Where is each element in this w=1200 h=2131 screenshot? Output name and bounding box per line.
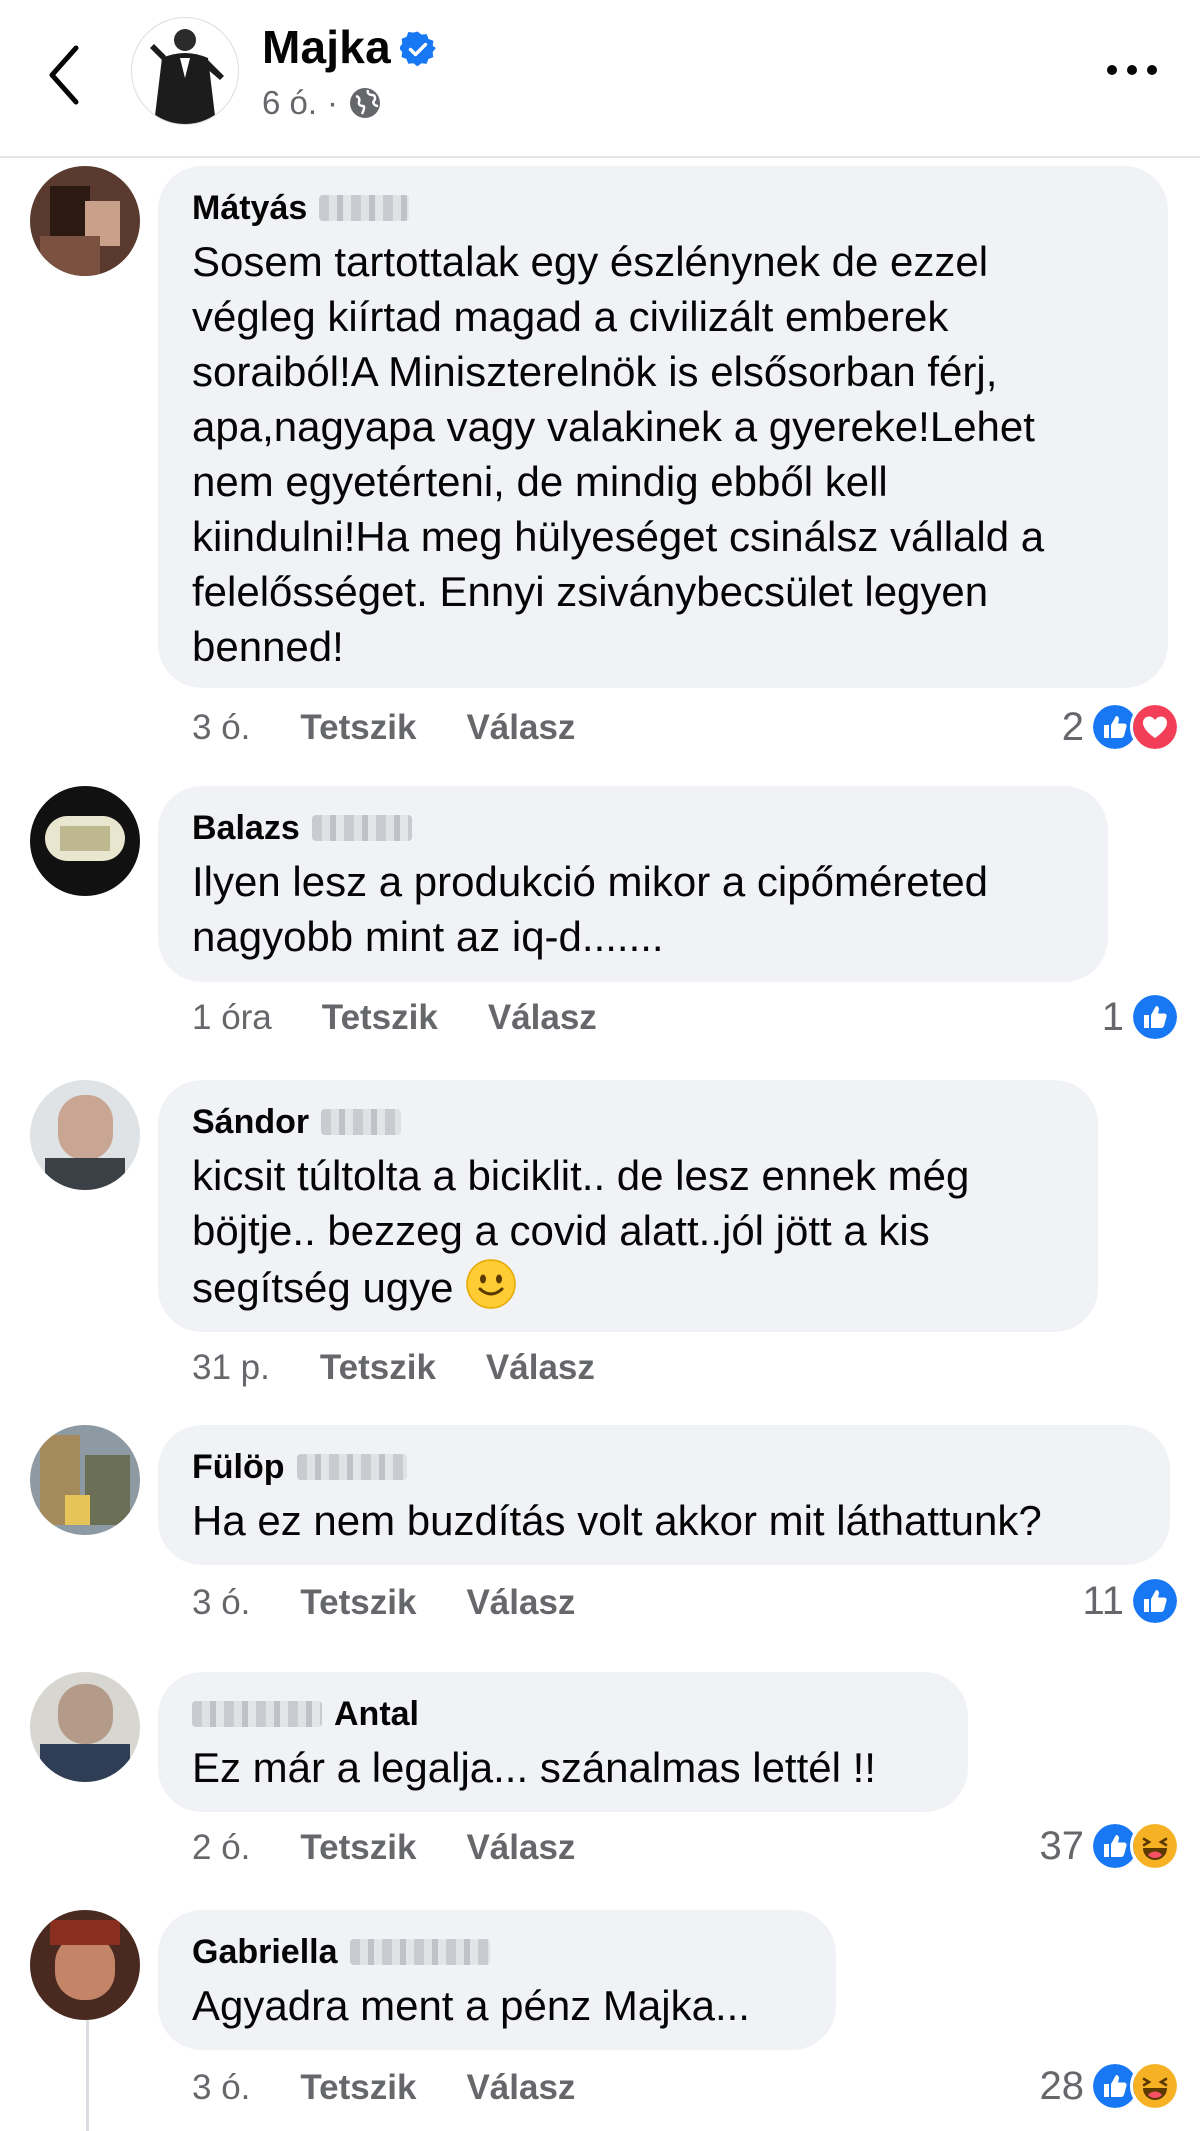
comment-author[interactable]: Mátyás	[192, 188, 1134, 228]
reaction-summary[interactable]: 1	[1102, 992, 1180, 1042]
comment-text: Sosem tartottalak egy észlénynek de ezze…	[192, 238, 1045, 670]
like-button[interactable]: Tetszik	[320, 1348, 436, 1388]
comment-bubble: Mátyás Sosem tartottalak egy észlénynek …	[158, 166, 1168, 688]
comment-actions: 3 ó. Tetszik Válasz	[192, 1583, 625, 1623]
comment-time[interactable]: 3 ó.	[192, 2068, 250, 2108]
author-name[interactable]: Mátyás	[192, 188, 307, 228]
author-name[interactable]: Balazs	[192, 808, 300, 848]
reply-button[interactable]: Válasz	[466, 2068, 575, 2108]
post-meta: 6 ó. ·	[262, 84, 382, 122]
like-button[interactable]: Tetszik	[300, 708, 416, 748]
comment-bubble: Balazs Ilyen lesz a produkció mikor a ci…	[158, 786, 1108, 982]
comment-actions: 1 óra Tetszik Válasz	[192, 998, 647, 1038]
comment-author[interactable]: Balazs	[192, 808, 1074, 848]
reaction-count: 1	[1101, 994, 1124, 1039]
more-options-icon[interactable]	[1102, 50, 1162, 90]
reaction-count: 2	[1061, 704, 1084, 749]
comment-bubble: Sándor kicsit túltolta a biciklit.. de l…	[158, 1080, 1098, 1332]
haha-icon	[1130, 1821, 1180, 1871]
comment-actions: 31 p. Tetszik Válasz	[192, 1348, 645, 1388]
reaction-summary[interactable]: 2	[1062, 702, 1180, 752]
page-avatar[interactable]	[131, 17, 239, 125]
reaction-summary[interactable]: 37	[1039, 1821, 1180, 1871]
blurred-first-name	[192, 1701, 322, 1727]
blurred-surname	[319, 195, 410, 221]
reaction-count: 28	[1039, 2063, 1085, 2108]
commenter-avatar[interactable]	[30, 1425, 140, 1535]
thread-line	[86, 2020, 89, 2131]
comment-author[interactable]: Sándor	[192, 1102, 1064, 1142]
back-arrow-icon[interactable]	[40, 40, 90, 110]
commenter-avatar[interactable]	[30, 1080, 140, 1190]
comment-text: Ilyen lesz a produkció mikor a cipőméret…	[192, 858, 989, 960]
reply-button[interactable]: Válasz	[466, 1583, 575, 1623]
reaction-summary[interactable]: 28	[1039, 2061, 1180, 2111]
comment-bubble: Antal Ez már a legalja... szánalmas lett…	[158, 1672, 968, 1812]
blurred-surname	[349, 1939, 490, 1965]
author-name[interactable]: Gabriella	[192, 1932, 338, 1972]
reply-button[interactable]: Válasz	[466, 708, 575, 748]
meta-separator: ·	[327, 84, 339, 121]
haha-icon	[1130, 2061, 1180, 2111]
comment-time[interactable]: 2 ó.	[192, 1828, 250, 1868]
reply-button[interactable]: Válasz	[486, 1348, 595, 1388]
blurred-surname	[321, 1109, 402, 1135]
reply-button[interactable]: Válasz	[488, 998, 597, 1038]
comment-bubble: Fülöp Ha ez nem buzdítás volt akkor mit …	[158, 1425, 1170, 1565]
commenter-avatar[interactable]	[30, 1672, 140, 1782]
author-name[interactable]: Fülöp	[192, 1447, 285, 1487]
comment-time[interactable]: 1 óra	[192, 998, 272, 1038]
like-icon	[1130, 992, 1180, 1042]
reaction-count: 37	[1039, 1823, 1085, 1868]
comment-text: Agyadra ment a pénz Majka...	[192, 1982, 750, 2029]
comment-time[interactable]: 31 p.	[192, 1348, 270, 1388]
commenter-avatar[interactable]	[30, 1910, 140, 2020]
comment-actions: 3 ó. Tetszik Válasz	[192, 2068, 625, 2108]
person-in-suit-icon	[150, 29, 224, 124]
author-name[interactable]: Antal	[334, 1694, 419, 1734]
like-icon	[1130, 1576, 1180, 1626]
comment-bubble: Gabriella Agyadra ment a pénz Majka...	[158, 1910, 836, 2050]
globe-icon	[350, 88, 381, 118]
page-name[interactable]: Majka	[262, 20, 391, 74]
comment-time[interactable]: 3 ó.	[192, 708, 250, 748]
post-header: Majka 6 ó. ·	[0, 0, 1200, 158]
comment-actions: 3 ó. Tetszik Válasz	[192, 708, 625, 748]
comment-time[interactable]: 3 ó.	[192, 1583, 250, 1623]
like-button[interactable]: Tetszik	[300, 1583, 416, 1623]
slightly-smiling-face-icon	[466, 1259, 516, 1309]
reaction-summary[interactable]: 11	[1082, 1576, 1180, 1626]
like-button[interactable]: Tetszik	[300, 1828, 416, 1868]
comment-text: Ha ez nem buzdítás volt akkor mit láthat…	[192, 1497, 1042, 1544]
comment-text: kicsit túltolta a biciklit.. de lesz enn…	[192, 1152, 970, 1311]
reaction-count: 11	[1082, 1578, 1124, 1623]
comment-text: Ez már a legalja... szánalmas lettél !!	[192, 1744, 876, 1791]
reply-button[interactable]: Válasz	[466, 1828, 575, 1868]
comment-author[interactable]: Antal	[192, 1694, 934, 1734]
blurred-surname	[296, 1454, 407, 1480]
like-button[interactable]: Tetszik	[300, 2068, 416, 2108]
like-button[interactable]: Tetszik	[322, 998, 438, 1038]
blurred-surname	[311, 815, 412, 841]
comment-actions: 2 ó. Tetszik Válasz	[192, 1828, 625, 1868]
commenter-avatar[interactable]	[30, 166, 140, 276]
author-name[interactable]: Sándor	[192, 1102, 309, 1142]
commenter-avatar[interactable]	[30, 786, 140, 896]
verified-badge-icon	[400, 31, 436, 67]
post-time[interactable]: 6 ó.	[262, 84, 317, 122]
comment-author[interactable]: Fülöp	[192, 1447, 1136, 1487]
comment-author[interactable]: Gabriella	[192, 1932, 802, 1972]
love-icon	[1130, 702, 1180, 752]
